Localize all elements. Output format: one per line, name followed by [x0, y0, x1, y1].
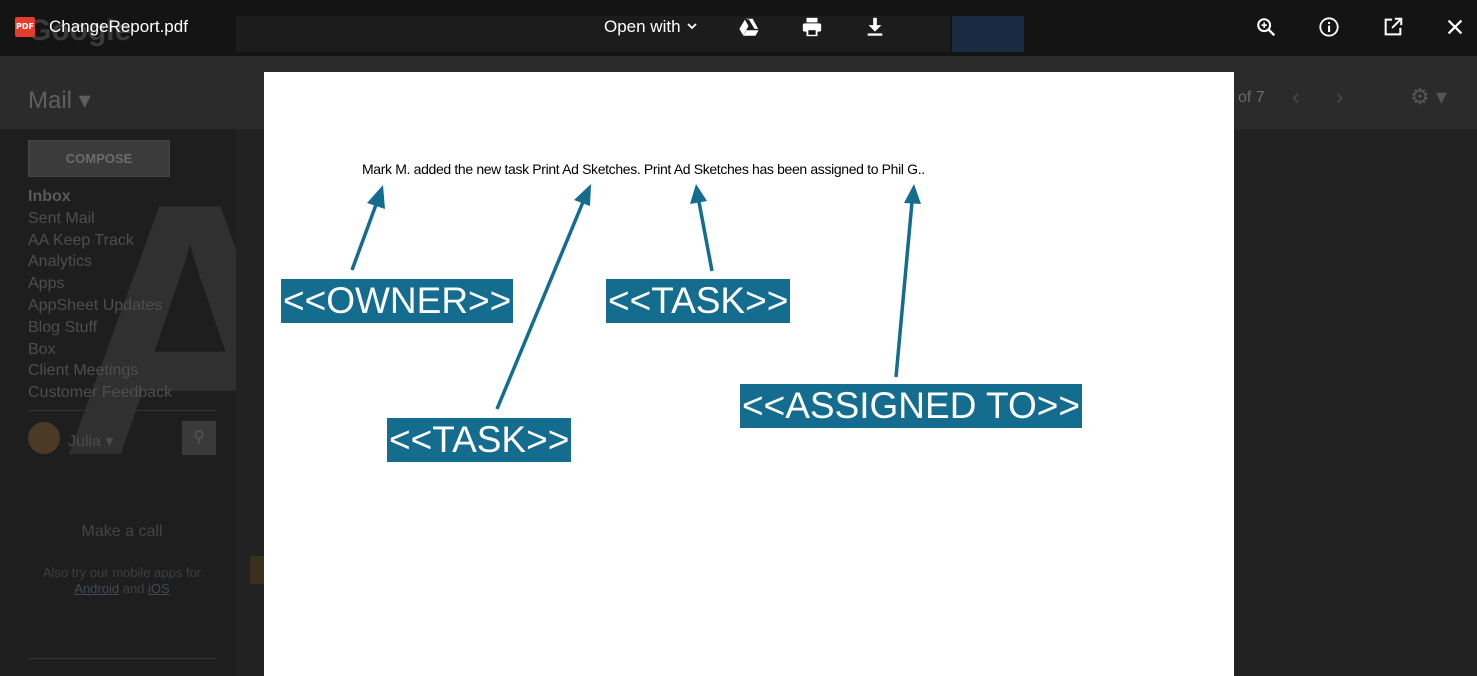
background-pager: of 7	[1238, 89, 1265, 106]
background-label: Blog Stuff	[28, 318, 98, 336]
annotation-arrows	[350, 184, 921, 410]
background-mail-label: Mail ▾	[28, 87, 91, 114]
background-label: Inbox	[28, 188, 71, 205]
background-label: AppSheet Updates	[28, 296, 163, 314]
background-next-icon: ›	[1336, 84, 1344, 109]
viewer-toolbar: PDF ChangeReport.pdf Open with	[0, 0, 1477, 56]
background-label: Customer Feedback	[28, 384, 173, 402]
background-mobile-apps: Also try our mobile apps for Android and…	[42, 565, 202, 596]
background-prev-icon: ‹	[1292, 84, 1300, 109]
background-divider	[28, 658, 216, 659]
owner-annotation-label: <<OWNER>>	[281, 279, 514, 323]
pdf-page: Mark M. added the new task Print Ad Sket…	[264, 72, 1234, 676]
zoom-in-icon[interactable]	[1255, 16, 1277, 38]
info-icon[interactable]	[1318, 16, 1340, 38]
background-label: Box	[28, 340, 56, 358]
background-compose-button: COMPOSE	[28, 140, 170, 177]
print-icon[interactable]	[801, 16, 823, 38]
background-label: AA Keep Track	[28, 231, 134, 249]
background-divider	[28, 410, 216, 411]
task-annotation-label: <<TASK>>	[606, 279, 791, 323]
background-ios-link: iOS	[148, 581, 170, 596]
assigned-to-annotation-label: <<ASSIGNED TO>>	[740, 384, 1082, 428]
background-label-list: Inbox Sent Mail AA Keep Track Analytics …	[28, 186, 172, 404]
background-label: Sent Mail	[28, 209, 95, 227]
chevron-down-icon[interactable]	[686, 20, 698, 32]
background-user-name: Julia ▾	[68, 433, 114, 450]
background-thumbnail	[250, 556, 264, 584]
arrow-assigned-to	[894, 184, 921, 378]
download-icon[interactable]	[864, 16, 886, 38]
pdf-file-icon: PDF	[15, 17, 35, 37]
background-label: Apps	[28, 275, 65, 293]
close-icon[interactable]	[1444, 16, 1466, 38]
background-android-link: Android	[74, 581, 120, 596]
background-make-call: Make a call	[81, 523, 163, 540]
background-people-search-icon: ⚲	[182, 421, 216, 455]
background-label: Client Meetings	[28, 362, 139, 380]
background-gear-icon: ⚙ ▾	[1410, 84, 1447, 109]
open-with-button[interactable]: Open with	[604, 17, 681, 37]
arrow-owner	[350, 185, 385, 271]
arrow-task-second	[690, 184, 714, 272]
open-in-new-window-icon[interactable]	[1382, 16, 1404, 38]
file-name: ChangeReport.pdf	[49, 17, 188, 36]
background-avatar	[28, 422, 60, 454]
task-annotation-label: <<TASK>>	[387, 418, 572, 462]
drive-icon[interactable]	[738, 16, 760, 38]
background-label: Analytics	[28, 253, 93, 271]
